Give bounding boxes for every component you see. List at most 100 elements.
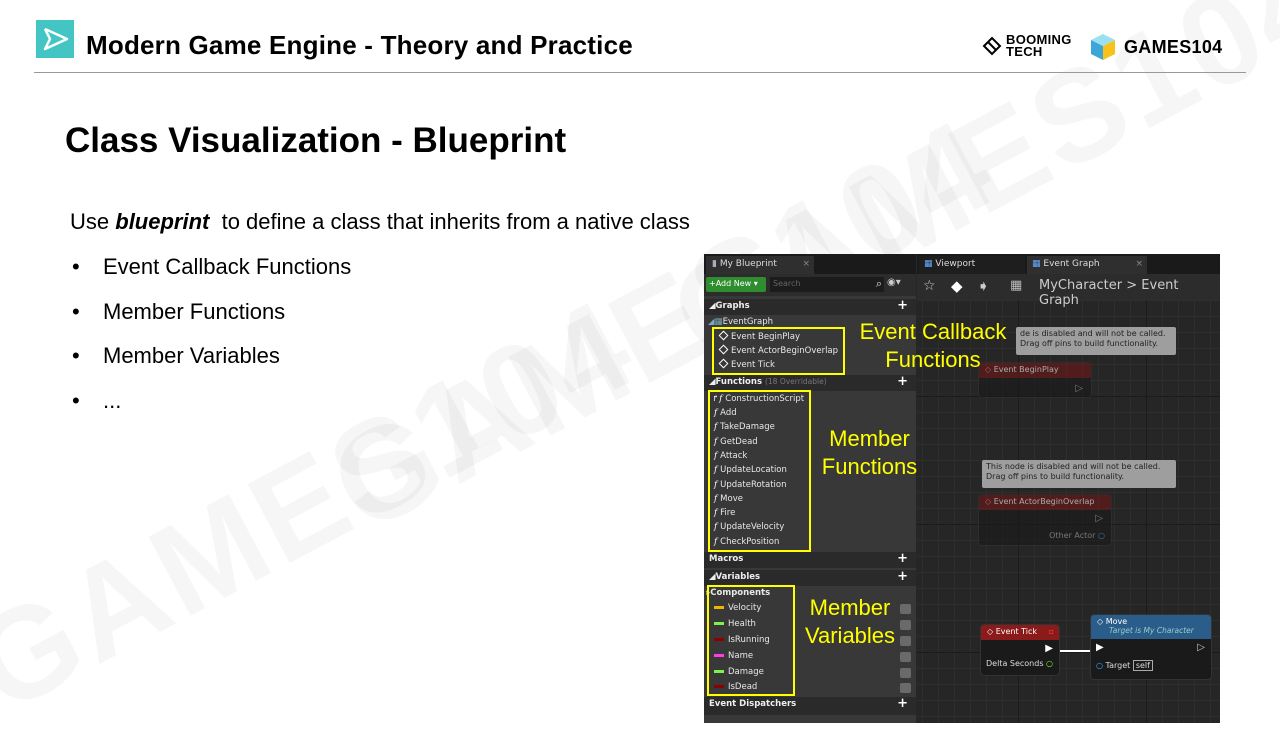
- dispatchers-section-header[interactable]: Event Dispatchers +: [704, 696, 916, 715]
- variable-toggle-icon[interactable]: [900, 668, 911, 678]
- node-title: Event ActorBeginOverlap: [993, 497, 1095, 506]
- variables-label: Variables: [715, 572, 761, 582]
- add-new-label: Add New: [715, 279, 752, 288]
- node-move[interactable]: ◇ Move Target is My Character ▶ ▷ ○ Targ…: [1090, 614, 1212, 680]
- pin-label: Other Actor: [1049, 531, 1096, 540]
- chevron-down-icon: ▾: [751, 279, 758, 288]
- booming-tech-logo: BOOMING TECH: [982, 33, 1072, 58]
- event-callback-highlight: [712, 327, 845, 375]
- delegate-pin-icon[interactable]: ▫: [1049, 627, 1054, 636]
- target-pin[interactable]: ○ Target self: [1096, 660, 1153, 671]
- add-function-icon[interactable]: +: [897, 374, 908, 389]
- course-logo-icon: [36, 20, 74, 58]
- close-icon[interactable]: ×: [802, 259, 810, 269]
- bullet-item: • Member Functions: [72, 299, 351, 344]
- graphs-label: Graphs: [715, 301, 750, 311]
- intro-text: Use blueprint to define a class that inh…: [70, 209, 690, 235]
- close-icon[interactable]: ×: [1135, 259, 1143, 269]
- graph-icon: ◢▦: [708, 317, 723, 327]
- bullet-text: Member Variables: [103, 343, 280, 368]
- other-actor-pin[interactable]: Other Actor ○: [1049, 531, 1105, 540]
- star-icon[interactable]: ☆: [923, 278, 936, 294]
- exec-pin-icon[interactable]: ▷: [1075, 383, 1083, 394]
- disabled-node-comment: This node is disabled and will not be ca…: [982, 460, 1176, 488]
- games104-logo: GAMES104: [1090, 33, 1222, 61]
- member-variables-annotation: Member Variables: [794, 594, 906, 650]
- functions-section-header[interactable]: ◢Functions (18 Overridable) +: [704, 374, 916, 391]
- node-event-tick[interactable]: ◇ Event Tick ▫ ▶ Delta Seconds ○: [980, 624, 1060, 676]
- comment-line: Drag off pins to build functionality.: [1020, 339, 1159, 348]
- back-arrow-icon[interactable]: ◆: [951, 277, 963, 295]
- bullet-item: •...: [72, 388, 351, 433]
- comment-line: de is disabled and will not be called.: [1020, 329, 1166, 338]
- tab-my-blueprint[interactable]: ▮ My Blueprint ×: [706, 256, 814, 274]
- variable-toggle-icon[interactable]: [900, 652, 911, 662]
- breadcrumb-separator: >: [1126, 278, 1138, 293]
- bullet-list: • Event Callback Functions • Member Functi…: [72, 254, 351, 432]
- blueprint-editor: ▮ My Blueprint × +Add New ▾ Search ⌕ ◉▾ …: [704, 254, 1220, 723]
- graph-nav-bar: ☆ ◆ ➧ ▦ MyCharacter > Event Graph: [917, 274, 1220, 308]
- breadcrumb-class[interactable]: MyCharacter: [1039, 278, 1122, 293]
- add-dispatcher-icon[interactable]: +: [897, 696, 908, 711]
- node-title: Event Tick: [995, 627, 1038, 636]
- deck-title: Modern Game Engine - Theory and Practice: [86, 30, 633, 60]
- graph-tab-bar: ▦ Viewport ▦ Event Graph ×: [917, 254, 1220, 274]
- comment-line: This node is disabled and will not be ca…: [986, 462, 1161, 471]
- tab-label: My Blueprint: [719, 259, 777, 269]
- tab-viewport[interactable]: ▦ Viewport: [919, 256, 1025, 274]
- add-new-button[interactable]: +Add New ▾: [706, 277, 766, 292]
- functions-label: Functions: [715, 377, 762, 387]
- macros-section-header[interactable]: Macros +: [704, 551, 916, 568]
- event-icon: ◇: [987, 627, 996, 636]
- dispatchers-label: Event Dispatchers: [709, 699, 797, 709]
- add-graph-icon[interactable]: +: [897, 298, 908, 313]
- intro-emphasis: blueprint: [115, 209, 210, 234]
- plus-icon: +: [709, 279, 716, 288]
- delta-seconds-pin[interactable]: Delta Seconds ○: [986, 659, 1053, 668]
- tab-event-graph[interactable]: ▦ Event Graph ×: [1027, 256, 1147, 274]
- overridable-count: (18 Overridable): [764, 377, 827, 386]
- bullet-dot: •: [72, 343, 80, 368]
- annotation-line: Functions: [885, 347, 981, 372]
- node-header: ◇ Event Tick ▫: [981, 625, 1059, 640]
- macros-label: Macros: [709, 554, 744, 564]
- node-event-actor-begin-overlap[interactable]: ◇ Event ActorBeginOverlap ▷ Other Actor …: [978, 494, 1112, 546]
- event-callback-annotation: Event Callback Functions: [848, 318, 1018, 374]
- eye-icon[interactable]: ◉▾: [887, 277, 901, 288]
- exec-pin-icon[interactable]: ▶: [1045, 643, 1053, 654]
- tab-event-graph-label: Event Graph: [1043, 259, 1100, 269]
- variables-section-header[interactable]: ◢Variables +: [704, 569, 916, 586]
- search-input[interactable]: Search ⌕: [770, 277, 884, 292]
- annotation-line: Variables: [804, 623, 896, 648]
- forward-arrow-icon[interactable]: ➧: [977, 277, 990, 295]
- breadcrumb: MyCharacter > Event Graph: [1039, 278, 1220, 308]
- slide-title: Class Visualization - Blueprint: [65, 121, 567, 160]
- comment-line: Drag off pins to build functionality.: [986, 472, 1125, 481]
- search-icon: ⌕: [875, 277, 882, 290]
- exec-out-pin-icon[interactable]: ▷: [1197, 642, 1205, 653]
- node-header: ◇ Event ActorBeginOverlap: [979, 495, 1111, 510]
- exec-in-pin-icon[interactable]: ▶: [1096, 642, 1104, 653]
- variable-toggle-icon[interactable]: [900, 683, 911, 693]
- panel-tab-bar: ▮ My Blueprint ×: [704, 254, 916, 274]
- add-variable-icon[interactable]: +: [897, 569, 908, 584]
- function-icon: ◇: [1097, 617, 1106, 626]
- bullet-text: Event Callback Functions: [103, 254, 352, 279]
- panel-toolbar: +Add New ▾ Search ⌕ ◉▾: [704, 274, 916, 296]
- annotation-line: Event Callback: [859, 319, 1007, 344]
- bullet-item: • Member Variables: [72, 343, 351, 388]
- header-divider: [34, 72, 1246, 73]
- bullet-text: Member Functions: [103, 298, 286, 324]
- member-variables-highlight: [707, 585, 795, 696]
- event-graph-item[interactable]: ◢▦EventGraph: [708, 317, 773, 327]
- exec-wire: [1060, 650, 1094, 652]
- node-subtitle: Target is My Character: [1109, 626, 1194, 635]
- exec-pin-icon[interactable]: ▷: [1095, 513, 1103, 524]
- annotation-line: Functions: [821, 454, 918, 479]
- bullet-item: • Event Callback Functions: [72, 254, 351, 299]
- viewport-icon: ▦: [924, 259, 933, 269]
- add-macro-icon[interactable]: +: [897, 551, 908, 566]
- self-value: self: [1132, 660, 1153, 671]
- graphs-section-header[interactable]: ◢Graphs +: [704, 298, 916, 315]
- pin-label: Target: [1105, 661, 1131, 670]
